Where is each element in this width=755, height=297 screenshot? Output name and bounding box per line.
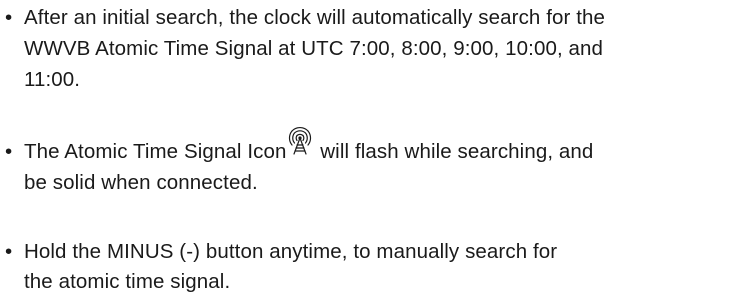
bullet-marker: • [5,6,13,29]
bullet-text-line: 11:00. [24,68,81,91]
atomic-signal-icon [286,127,314,165]
bullet-marker: • [5,140,13,163]
instruction-document: • After an initial search, the clock wil… [0,0,755,297]
bullet-text-line: After an initial search, the clock will … [24,6,606,29]
bullet-text-line: the atomic time signal. [24,270,231,293]
text-before-icon: The Atomic Time Signal Icon [24,140,287,163]
text-after-icon: will flash while searching, and [314,140,594,163]
bullet-text-line: WWVB Atomic Time Signal at UTC 7:00, 8:0… [24,37,604,60]
bullet-marker: • [5,240,13,263]
bullet-text-line: be solid when connected. [24,171,258,194]
bullet-text-line: Hold the MINUS (-) button anytime, to ma… [24,240,558,263]
bullet-text-line: The Atomic Time Signal Icon will flash w… [24,127,594,165]
